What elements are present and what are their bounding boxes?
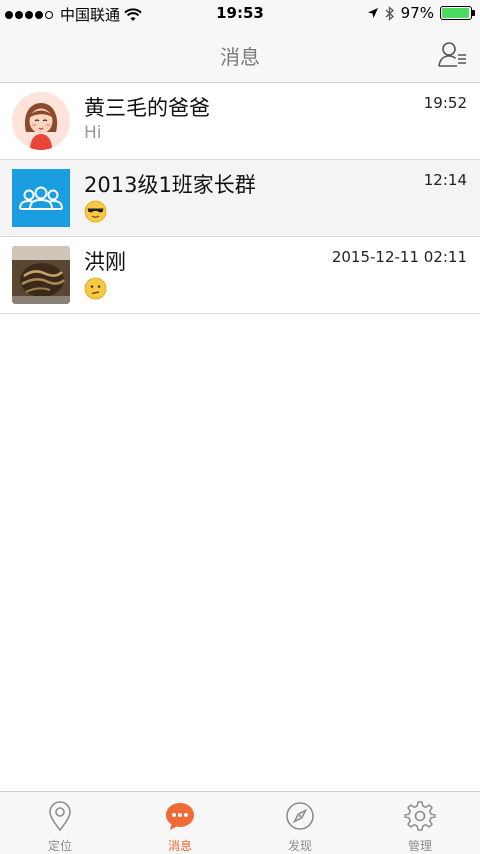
conversation-row[interactable]: 2013级1班家长群 12:14 — [0, 160, 480, 237]
status-right: 97% — [367, 4, 475, 22]
girl-avatar — [12, 92, 70, 150]
conversation-preview: Hi — [84, 123, 102, 143]
conversation-row[interactable]: 黄三毛的爸爸 19:52 Hi — [0, 83, 480, 160]
location-arrow-icon — [367, 8, 378, 18]
battery-icon — [440, 6, 475, 20]
tab-label: 管理 — [407, 839, 432, 853]
tab-discover[interactable]: 发现 — [240, 792, 360, 854]
conversation-time: 2015-12-11 02:11 — [331, 248, 467, 266]
battery-percent: 97% — [400, 4, 434, 22]
battery-level — [442, 8, 470, 18]
bluetooth-icon — [385, 5, 394, 21]
tab-label: 发现 — [287, 839, 312, 853]
tab-manage[interactable]: 管理 — [360, 792, 480, 854]
conversation-row[interactable]: 洪刚 2015-12-11 02:11 — [0, 237, 480, 314]
tab-label: 定位 — [47, 839, 72, 853]
compass-icon — [286, 802, 314, 830]
sunglasses-emoji-icon — [84, 200, 107, 223]
photo-avatar — [12, 246, 70, 304]
tab-messages[interactable]: 消息 — [120, 792, 240, 854]
conversation-name: 黄三毛的爸爸 — [84, 96, 210, 120]
page-title: 消息 — [220, 45, 260, 69]
group-avatar — [12, 169, 70, 227]
tab-label: 消息 — [167, 839, 192, 853]
conversation-time: 19:52 — [423, 94, 467, 112]
confused-emoji-icon — [84, 277, 107, 300]
location-pin-icon — [49, 801, 71, 832]
conversation-name: 2013级1班家长群 — [84, 173, 256, 197]
conversation-list: 黄三毛的爸爸 19:52 Hi 2013级1班家长群 12:14 洪刚 2015… — [0, 83, 480, 314]
contacts-icon[interactable] — [438, 40, 468, 68]
status-bar: 中国联通 19:53 97% — [0, 0, 480, 27]
conversation-name: 洪刚 — [84, 250, 126, 274]
tab-location[interactable]: 定位 — [0, 792, 120, 854]
chat-bubble-icon — [166, 803, 194, 830]
nav-bar: 消息 — [0, 27, 480, 83]
gear-icon — [404, 801, 436, 831]
tab-bar: 定位 消息 发现 管理 — [0, 791, 480, 854]
conversation-time: 12:14 — [423, 171, 467, 189]
